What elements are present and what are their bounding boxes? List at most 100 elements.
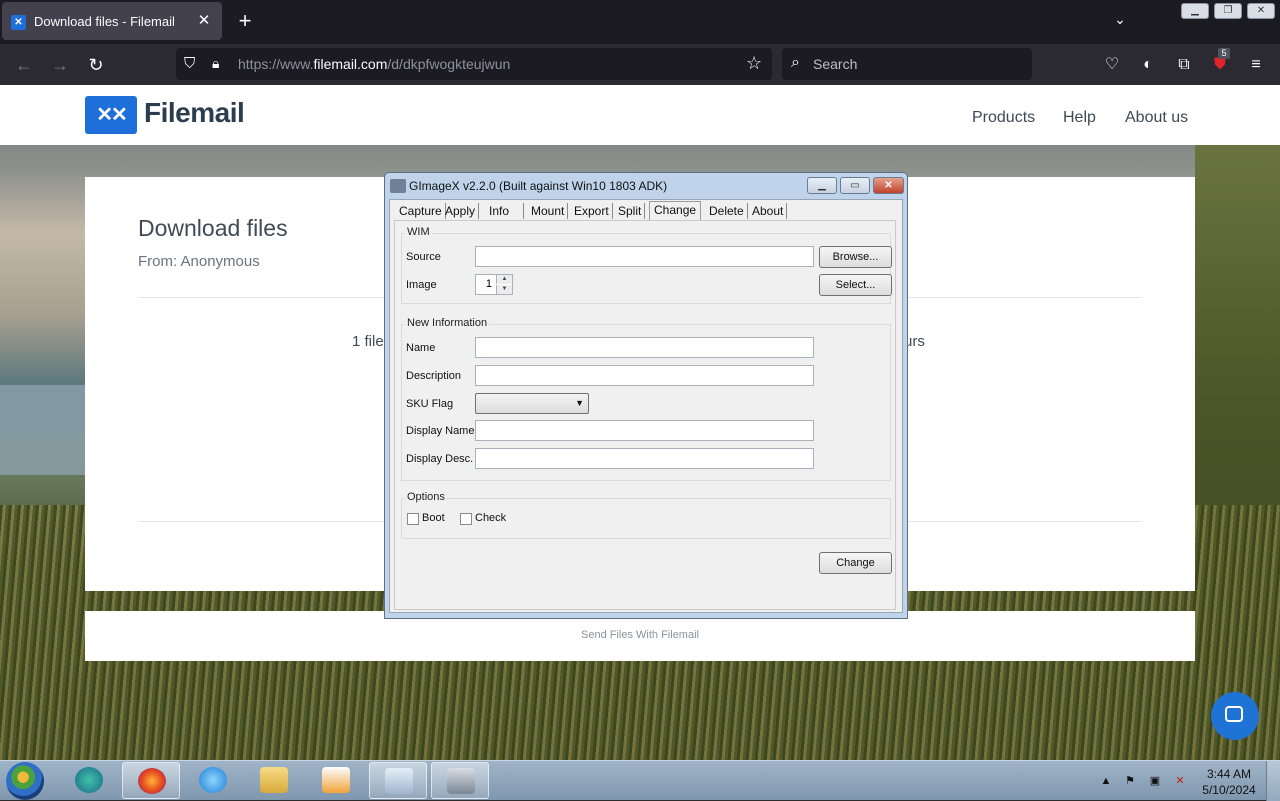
source-input[interactable] <box>475 246 814 267</box>
dialog-titlebar[interactable]: GImageX v2.2.0 (Built against Win10 1803… <box>385 173 907 199</box>
pocket-icon[interactable]: ♡ <box>1101 54 1123 76</box>
tab-delete[interactable]: Delete <box>706 203 748 219</box>
url-path: /d/dkpfwogkteujwun <box>387 56 511 72</box>
forward-arrow-icon[interactable]: → <box>47 52 73 78</box>
sku-flag-select[interactable]: ▼ <box>475 393 589 414</box>
stepper-down-icon[interactable]: ▼ <box>496 285 512 294</box>
firefox-icon <box>138 768 166 794</box>
taskbar-app-firefox[interactable] <box>122 762 180 799</box>
internet-explorer-icon <box>199 767 227 793</box>
nav-about-us[interactable]: About us <box>1125 109 1188 127</box>
tab-about[interactable]: About <box>749 203 788 219</box>
tab-close-icon[interactable]: ✕ <box>194 11 214 31</box>
gimagex-taskbar-icon <box>447 768 475 794</box>
boot-label[interactable]: Boot <box>422 512 445 524</box>
dialog-minimize-button[interactable]: ▁ <box>807 177 837 194</box>
browse-button[interactable]: Browse... <box>819 246 892 268</box>
extensions-puzzle-icon[interactable]: ⧉ <box>1173 54 1195 76</box>
start-orb-icon[interactable] <box>6 762 44 800</box>
taskbar-app-ie[interactable] <box>184 762 242 799</box>
tab-mount[interactable]: Mount <box>528 203 569 219</box>
stepper-up-icon[interactable]: ▲ <box>496 275 512 284</box>
url-prefix: https://www. <box>238 56 314 72</box>
network-icon[interactable]: ▣ <box>1148 774 1162 788</box>
clock-date: 5/10/2024 <box>1202 783 1256 797</box>
tab-export[interactable]: Export <box>571 203 613 219</box>
taskbar-app-window[interactable] <box>369 762 427 799</box>
dialog-close-button[interactable]: ✕ <box>873 177 904 194</box>
dialog-maximize-button[interactable]: ▭ <box>840 177 870 194</box>
system-clock[interactable]: 3:44 AM 5/10/2024 <box>1196 766 1262 798</box>
media-player-icon <box>322 767 350 793</box>
windows-taskbar: ▲ ⚑ ▣ ✕ 3:44 AM 5/10/2024 <box>0 760 1280 801</box>
nav-products[interactable]: Products <box>972 109 1035 127</box>
description-input[interactable] <box>475 365 814 386</box>
file-count-text: 1 file <box>352 333 384 350</box>
display-name-input[interactable] <box>475 420 814 441</box>
check-checkbox[interactable] <box>460 513 472 525</box>
change-tab-panel: WIM Source Browse... Image 1 ▲ ▼ Select.… <box>394 220 896 610</box>
taskbar-app-explorer[interactable] <box>245 762 303 799</box>
lock-icon[interactable]: 🔒︎ <box>212 55 228 73</box>
change-button[interactable]: Change <box>819 552 892 574</box>
name-label: Name <box>406 342 436 354</box>
show-desktop-button[interactable] <box>1266 761 1280 801</box>
select-button[interactable]: Select... <box>819 274 892 296</box>
back-arrow-icon[interactable]: ← <box>11 52 37 78</box>
browser-tab-bar: ✕ Download files - Filemail ✕ + ⌄ ▁ ❐ ✕ <box>0 0 1280 44</box>
check-label[interactable]: Check <box>475 512 506 524</box>
nav-help[interactable]: Help <box>1063 109 1096 127</box>
browser-tab-active[interactable]: ✕ Download files - Filemail ✕ <box>2 2 222 40</box>
hamburger-menu-icon[interactable]: ≡ <box>1245 54 1267 76</box>
dialog-title: GImageX v2.2.0 (Built against Win10 1803… <box>409 179 668 193</box>
chat-support-icon[interactable] <box>1211 692 1259 740</box>
search-placeholder: Search <box>813 56 858 72</box>
filemail-logo-icon[interactable]: ✕✕ <box>85 96 137 134</box>
boot-checkbox[interactable] <box>407 513 419 525</box>
browser-nav-bar: ← → ↻ ⛉ 🔒︎ https://www.filemail.com/d/dk… <box>0 44 1280 85</box>
volume-muted-icon[interactable]: ✕ <box>1173 774 1187 788</box>
sku-flag-label: SKU Flag <box>406 398 454 410</box>
new-tab-plus-icon[interactable]: + <box>234 10 256 32</box>
show-hidden-icons-chevron-up-icon[interactable]: ▲ <box>1099 774 1113 788</box>
display-desc-label: Display Desc. <box>406 453 474 465</box>
clock-time: 3:44 AM <box>1206 767 1252 781</box>
reload-icon[interactable]: ↻ <box>83 52 109 78</box>
dialog-tab-strip: Capture Apply Info Mount Export Split Ch… <box>390 200 902 222</box>
gimagex-window: GImageX v2.2.0 (Built against Win10 1803… <box>384 172 908 619</box>
taskbar-app-gimagex[interactable] <box>431 762 489 799</box>
filemail-favicon-icon: ✕ <box>11 15 26 30</box>
page-title: Download files <box>138 215 288 241</box>
url-text[interactable]: https://www.filemail.com/d/dkpfwogkteujw… <box>238 56 510 72</box>
taskbar-app-media-player[interactable] <box>307 762 365 799</box>
display-desc-input[interactable] <box>475 448 814 469</box>
window-restore-button[interactable]: ❐ <box>1214 3 1242 19</box>
window-minimize-button[interactable]: ▁ <box>1181 3 1209 19</box>
bookmark-star-icon[interactable]: ☆ <box>746 53 766 73</box>
search-bar[interactable]: ⌕ Search <box>782 48 1032 80</box>
address-bar[interactable]: ⛉ 🔒︎ https://www.filemail.com/d/dkpfwogk… <box>176 48 772 80</box>
footer-text[interactable]: Send Files With Filemail <box>85 629 1195 641</box>
taskbar-app-edge[interactable] <box>60 762 118 799</box>
image-index-value: 1 <box>485 278 492 290</box>
list-all-tabs-chevron-down-icon[interactable]: ⌄ <box>1110 11 1130 31</box>
site-logo-text[interactable]: Filemail <box>144 97 245 129</box>
dialog-body: Capture Apply Info Mount Export Split Ch… <box>389 199 903 613</box>
account-icon[interactable]: ◐ <box>1137 54 1159 76</box>
new-information-group-title: New Information <box>405 317 490 329</box>
dropdown-arrow-icon: ▼ <box>575 398 584 408</box>
action-center-flag-icon[interactable]: ⚑ <box>1123 774 1137 788</box>
tab-capture[interactable]: Capture <box>396 203 446 219</box>
tab-change[interactable]: Change <box>649 201 702 221</box>
tab-apply[interactable]: Apply <box>442 203 480 219</box>
name-input[interactable] <box>475 337 814 358</box>
image-label: Image <box>406 279 437 291</box>
wim-group-title: WIM <box>405 226 432 238</box>
tracking-protection-shield-icon[interactable]: ⛉ <box>184 55 200 73</box>
display-name-label: Display Name <box>406 425 475 437</box>
tab-split[interactable]: Split <box>615 203 646 219</box>
tab-info[interactable]: Info <box>486 203 524 219</box>
file-explorer-folder-icon <box>260 767 288 793</box>
window-close-button[interactable]: ✕ <box>1247 3 1275 19</box>
image-index-stepper[interactable]: 1 ▲ ▼ <box>475 274 513 295</box>
